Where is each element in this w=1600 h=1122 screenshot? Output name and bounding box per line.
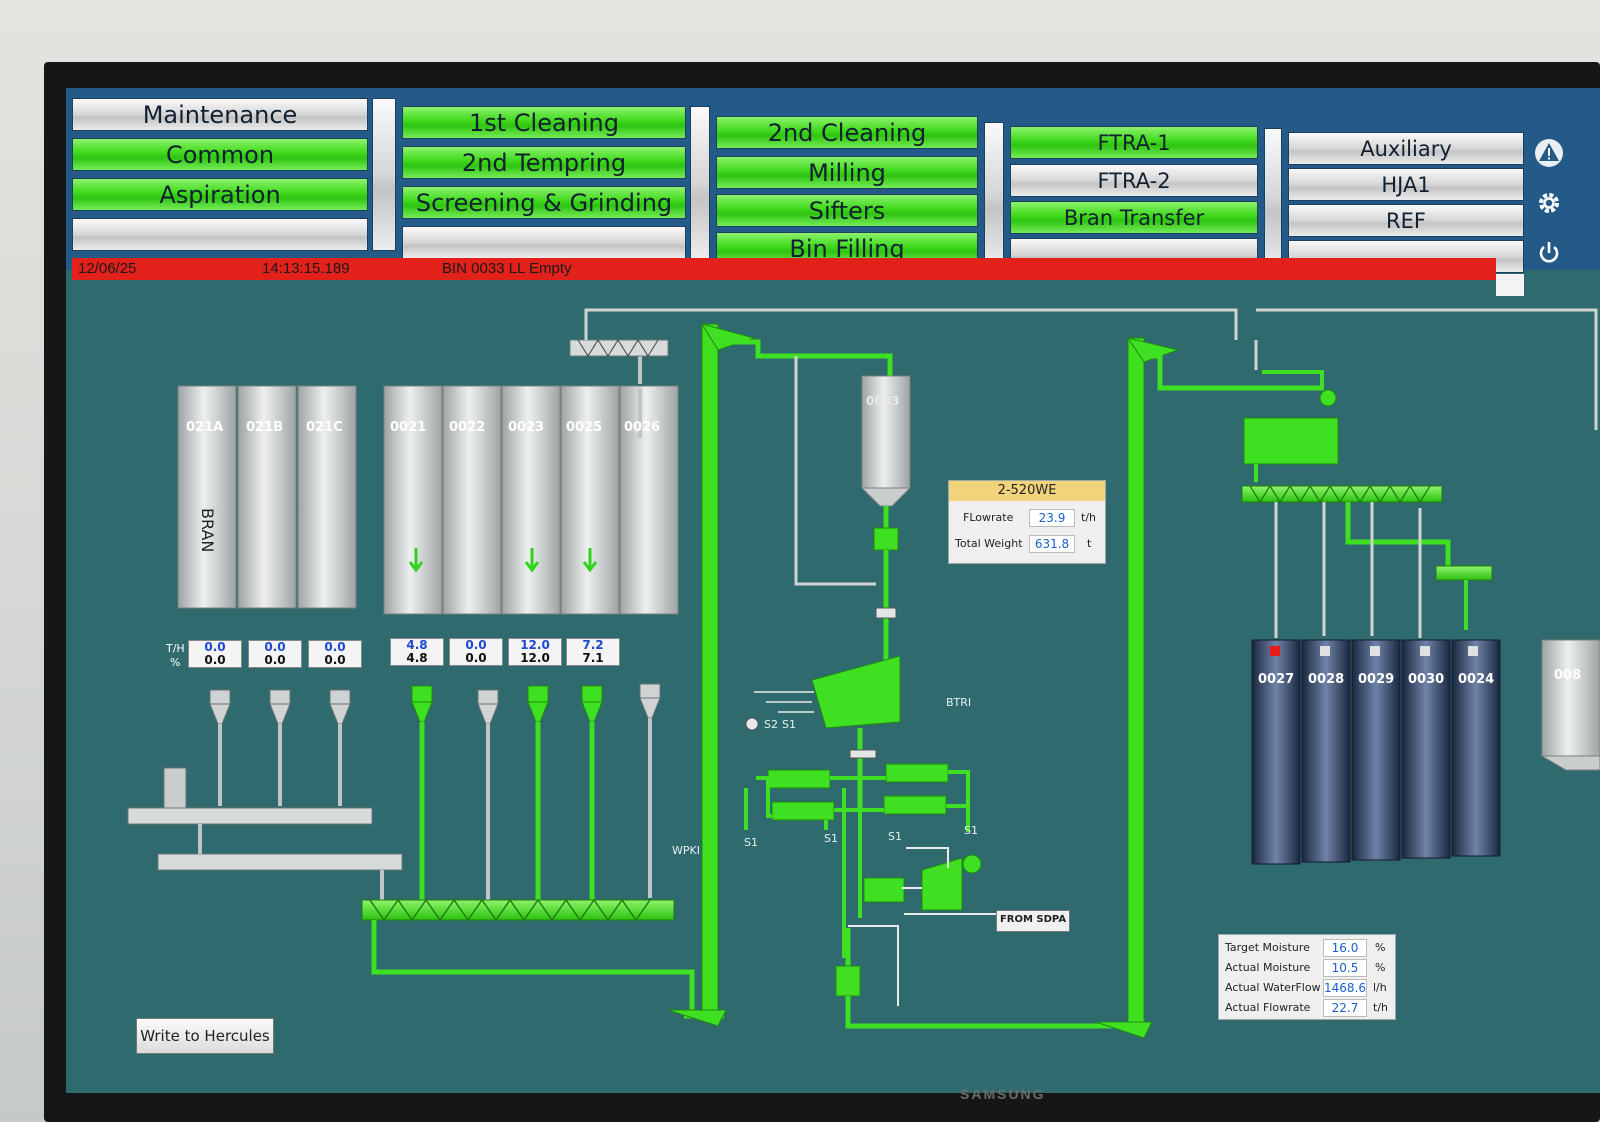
mill-unit	[811, 655, 901, 729]
reading-0022[interactable]: 0.0 0.0	[449, 638, 503, 666]
small-screw	[1435, 565, 1493, 581]
motor	[745, 717, 759, 731]
valve	[849, 749, 877, 759]
hopper	[269, 703, 291, 725]
from-sdpa-label[interactable]: FROM SDPA	[996, 910, 1070, 932]
moisture-unit: t/h	[1373, 1001, 1388, 1014]
silo-label: 0033	[866, 394, 900, 408]
feeder	[527, 685, 549, 703]
moisture-panel: Target Moisture 16.0 % Actual Moisture 1…	[1218, 934, 1396, 1020]
feeder	[477, 689, 499, 705]
bin-label: 0021	[390, 420, 427, 435]
bin-label: 021B	[246, 420, 284, 435]
bin-label: 0023	[508, 420, 545, 435]
moisture-unit: %	[1375, 961, 1386, 974]
scale-title: 2-520WE	[949, 481, 1105, 501]
tag-s2: S2	[764, 718, 778, 731]
bin-label: 0026	[624, 420, 661, 435]
bucket-elevator-2	[1127, 337, 1145, 1029]
bin-label: 0022	[449, 420, 486, 435]
hopper	[477, 703, 499, 725]
moisture-label: Actual WaterFlow	[1225, 981, 1321, 994]
bin-label: 0030	[1408, 672, 1445, 687]
pipe-to-elevator-2	[845, 996, 1138, 1029]
scale-hopper	[873, 527, 899, 551]
moisture-unit: %	[1375, 941, 1386, 954]
bin-label: 021C	[306, 420, 343, 435]
reading-0023[interactable]: 12.0 12.0	[508, 638, 562, 666]
flow-label: FLowrate	[963, 511, 1014, 524]
hopper	[639, 697, 661, 719]
hmi-screen: Maintenance Common Aspiration 1st Cleani…	[66, 88, 1600, 1093]
bin-label: 0029	[1358, 672, 1395, 687]
return-pipe	[584, 308, 1238, 340]
moisture-label: Actual Moisture	[1225, 961, 1311, 974]
bin-label: 0028	[1308, 672, 1345, 687]
tag-s1: S1	[964, 824, 978, 837]
feeder	[411, 685, 433, 703]
feeder	[581, 685, 603, 703]
moisture-value[interactable]: 16.0	[1323, 939, 1367, 957]
weight-value: 631.8	[1029, 535, 1075, 553]
tag-s1: S1	[744, 836, 758, 849]
reading-021a[interactable]: 0.0 0.0	[188, 640, 242, 668]
feeder	[639, 683, 661, 699]
flow-value: 23.9	[1029, 509, 1075, 527]
tag-btri: BTRI	[946, 696, 972, 709]
tag-s1: S1	[824, 832, 838, 845]
moisture-label: Target Moisture	[1225, 941, 1310, 954]
bucket-elevator-1	[701, 323, 719, 1019]
downpipes-green	[419, 722, 595, 900]
active-feeders	[411, 685, 603, 723]
bin-label: 021A	[186, 420, 224, 435]
blower	[163, 767, 187, 809]
feed-pipe-top	[718, 339, 893, 376]
monitor-brand: SAMSUNG	[960, 1086, 1046, 1102]
reading-021b[interactable]: 0.0 0.0	[248, 640, 302, 668]
unit-label-th: T/H	[166, 642, 185, 655]
hopper	[581, 701, 603, 723]
weight-unit: t	[1087, 537, 1092, 550]
hopper	[411, 701, 433, 723]
hopper	[329, 703, 351, 725]
moisture-value: 1468.6	[1323, 979, 1367, 997]
feeder	[329, 689, 351, 705]
pipe-to-elevator	[371, 920, 695, 1010]
grinder	[863, 854, 982, 911]
moisture-value: 22.7	[1323, 999, 1367, 1017]
dampener-unit	[1243, 417, 1339, 465]
collecting-screw-conveyor	[361, 899, 675, 921]
tag-wpki: WPKI	[672, 844, 700, 857]
bin-label: 0025	[566, 420, 603, 435]
hopper	[527, 701, 549, 723]
unit-label-pct: %	[170, 656, 181, 669]
bran-conveyor-1	[127, 807, 373, 825]
weight-label: Total Weight	[955, 537, 1023, 550]
bran-label: BRAN	[198, 508, 217, 553]
final-hopper	[835, 965, 861, 997]
tag-s1: S1	[888, 830, 902, 843]
valve	[875, 607, 897, 619]
moisture-label: Actual Flowrate	[1225, 1001, 1311, 1014]
bin-partial	[1541, 639, 1600, 757]
reading-0025[interactable]: 7.2 7.1	[566, 638, 620, 666]
feeder	[269, 689, 291, 705]
feeder	[209, 689, 231, 705]
write-to-hercules-button[interactable]: Write to Hercules	[136, 1018, 274, 1054]
hopper	[209, 703, 231, 725]
moisture-unit: l/h	[1373, 981, 1387, 994]
scale-panel[interactable]: 2-520WE FLowrate 23.9 t/h Total Weight 6…	[948, 480, 1106, 564]
tag-s1: S1	[782, 718, 796, 731]
bin-label: 008	[1554, 668, 1582, 683]
bin-label: 0024	[1458, 672, 1495, 687]
silo-0033	[861, 375, 911, 489]
alarm-indicator	[1270, 646, 1280, 656]
reading-021c[interactable]: 0.0 0.0	[308, 640, 362, 668]
bin-label: 0027	[1258, 672, 1295, 687]
bran-conveyor-2	[157, 853, 403, 871]
reading-0021[interactable]: 4.8 4.8	[390, 638, 444, 666]
flow-unit: t/h	[1081, 511, 1096, 524]
moisture-value: 10.5	[1323, 959, 1367, 977]
